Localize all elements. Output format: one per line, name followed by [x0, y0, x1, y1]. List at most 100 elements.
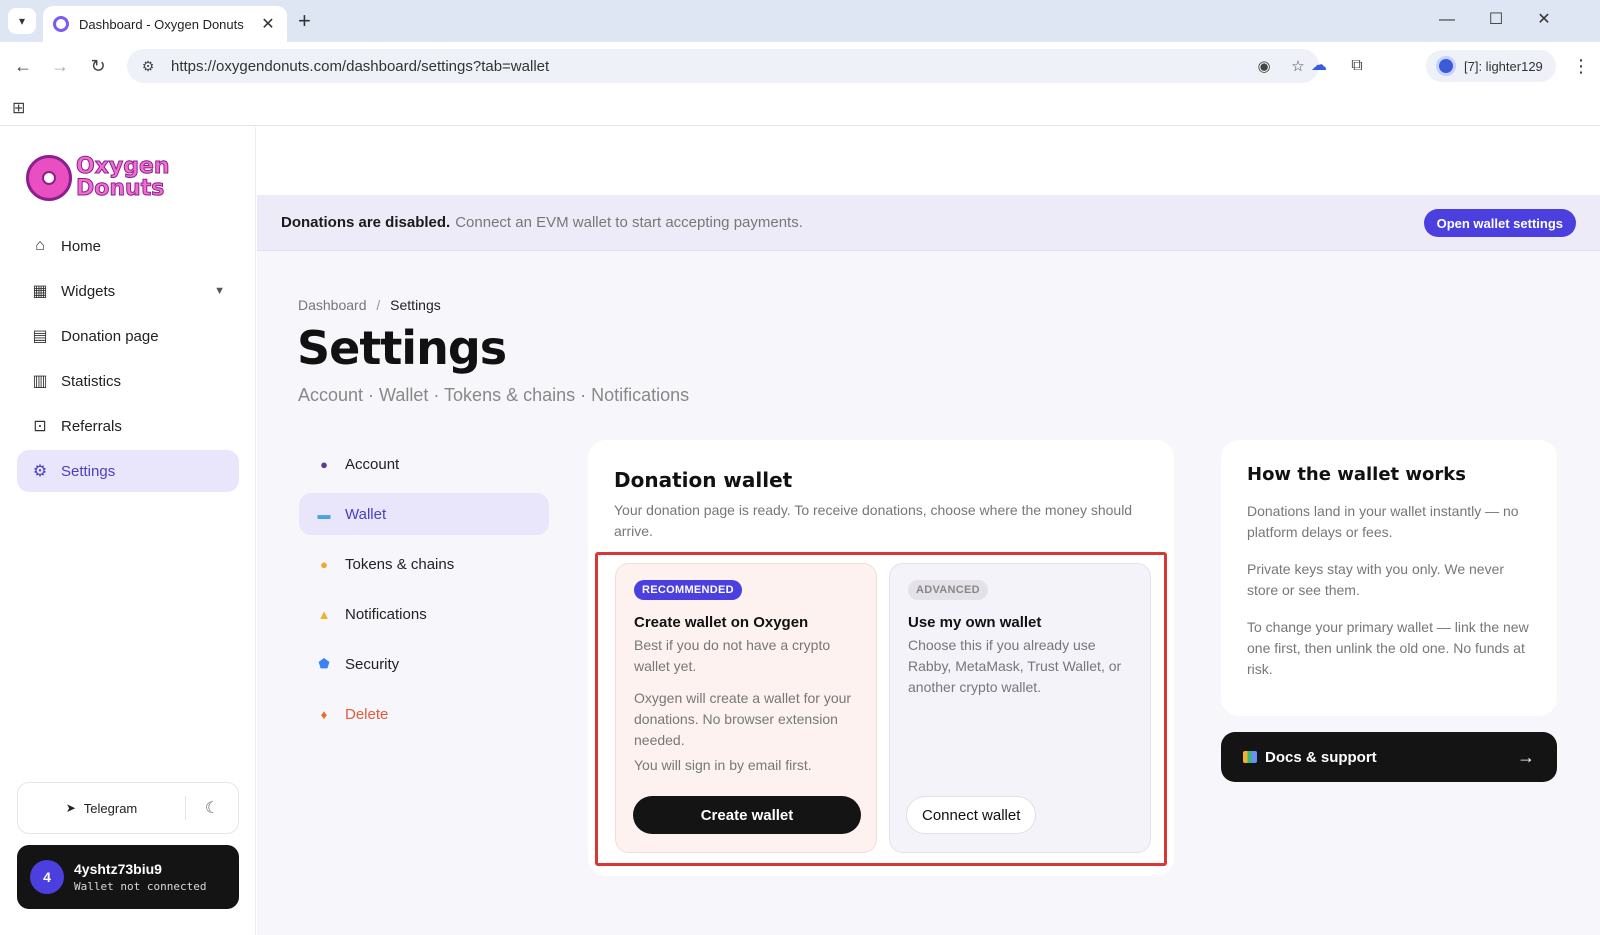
how-paragraph-1: Donations land in your wallet instantly … — [1247, 503, 1519, 540]
sidebar-item-label: Home — [61, 237, 102, 255]
sidebar-item-settings[interactable]: ⚙ Settings — [17, 450, 239, 492]
sidebar-nav: ⌂ Home ▦ Widgets ▼ ▤ Donation page ▥ Sta… — [17, 225, 239, 495]
sidebar-item-label: Settings — [61, 462, 116, 480]
moon-icon[interactable]: ☾ — [186, 798, 238, 818]
create-wallet-button[interactable]: Create wallet — [633, 796, 861, 834]
sidebar: Oxygen Donuts ⌂ Home ▦ Widgets ▼ ▤ Donat… — [0, 127, 256, 935]
donation-wallet-card: Donation wallet Your donation page is re… — [588, 440, 1174, 876]
tab-delete[interactable]: ♦ Delete — [299, 693, 549, 735]
arrow-right-icon: → — [1517, 746, 1535, 767]
caret-down-icon[interactable]: ▼ — [214, 285, 225, 297]
banner-strong-text: Donations are disabled. — [281, 214, 451, 231]
address-bar[interactable]: ⚙ https://oxygendonuts.com/dashboard/set… — [127, 49, 1319, 83]
wallet-card-title: Donation wallet — [614, 468, 793, 492]
tab-security[interactable]: ⬟ Security — [299, 643, 549, 685]
docs-support-button[interactable]: Docs & support → — [1221, 732, 1557, 782]
subnav-label: Delete — [345, 705, 389, 723]
back-arrow-icon[interactable]: ← — [11, 54, 35, 78]
site-favicon-icon — [53, 16, 69, 32]
settings-subnav: ● Account ▬ Wallet ● Tokens & chains ▲ N… — [299, 443, 549, 743]
donut-logo-icon — [26, 155, 72, 201]
user-account-card[interactable]: 4 4yshtz73biu9 Wallet not connected — [17, 845, 239, 909]
person-icon: ● — [320, 456, 328, 472]
books-icon — [1243, 751, 1257, 763]
breadcrumb-separator: / — [376, 297, 381, 313]
maximize-window-icon[interactable]: ☐ — [1481, 8, 1511, 32]
tab-wallet[interactable]: ▬ Wallet — [299, 493, 549, 535]
create-wallet-option[interactable]: RECOMMENDED Create wallet on Oxygen Best… — [615, 563, 877, 853]
banner-text: Connect an EVM wallet to start accepting… — [455, 214, 803, 231]
subnav-label: Notifications — [345, 605, 427, 623]
browser-menu-icon[interactable]: ⋮ — [1572, 54, 1590, 78]
connect-wallet-button[interactable]: Connect wallet — [906, 796, 1037, 834]
how-card-title: How the wallet works — [1247, 464, 1466, 485]
breadcrumb-current: Settings — [390, 297, 441, 313]
avatar: 4 — [30, 860, 64, 894]
page-title: Settings — [297, 321, 507, 375]
sidebar-item-referrals[interactable]: ⊡ Referrals — [17, 405, 239, 447]
page-subtitle: Account · Wallet · Tokens & chains · Not… — [298, 385, 690, 405]
gear-icon: ⚙ — [32, 463, 48, 480]
tab-search-chevron-icon[interactable]: ▾ — [8, 8, 36, 34]
wallet-status: Wallet not connected — [74, 880, 207, 893]
wallet-options-highlight: RECOMMENDED Create wallet on Oxygen Best… — [595, 552, 1167, 866]
sidebar-item-widgets[interactable]: ▦ Widgets ▼ — [17, 270, 239, 312]
browser-tab[interactable]: Dashboard - Oxygen Donuts ✕ — [43, 6, 287, 42]
coin-icon: ● — [320, 556, 328, 572]
url-text[interactable]: https://oxygendonuts.com/dashboard/setti… — [171, 58, 1251, 75]
reload-icon[interactable]: ↻ — [86, 54, 110, 78]
tab-account[interactable]: ● Account — [299, 443, 549, 485]
forward-arrow-icon[interactable]: → — [48, 54, 72, 78]
telegram-theme-bar: ➤ Telegram ☾ — [17, 782, 239, 834]
credit-card-icon: ▬ — [317, 506, 331, 522]
sidebar-item-label: Referrals — [61, 417, 122, 435]
logo-line-1: Oxygen — [76, 154, 171, 179]
brand-logo[interactable]: Oxygen Donuts — [26, 155, 170, 201]
extensions-puzzle-icon[interactable]: ⧉ — [1345, 54, 1369, 78]
tab-tokens-chains[interactable]: ● Tokens & chains — [299, 543, 549, 585]
tab-notifications[interactable]: ▲ Notifications — [299, 593, 549, 635]
how-paragraph-3: To change your primary wallet — link the… — [1247, 619, 1529, 677]
gift-icon: ⊡ — [33, 418, 47, 435]
extension-cloud-icon[interactable]: ☁ — [1307, 54, 1331, 78]
main-header — [257, 127, 1600, 195]
open-wallet-settings-button[interactable]: Open wallet settings — [1423, 209, 1576, 237]
site-settings-icon[interactable]: ⚙ — [137, 58, 159, 75]
new-tab-plus-icon[interactable]: + — [298, 9, 311, 33]
profile-chip[interactable]: [7]: lighter129 — [1426, 50, 1556, 82]
breadcrumb-dashboard-link[interactable]: Dashboard — [298, 297, 367, 313]
subnav-label: Security — [345, 655, 400, 673]
sidebar-item-label: Widgets — [61, 282, 116, 300]
sidebar-item-statistics[interactable]: ▥ Statistics — [17, 360, 239, 402]
browser-toolbar: ← → ↻ ⚙ https://oxygendonuts.com/dashboa… — [0, 42, 1600, 90]
eye-off-icon[interactable]: ◉ — [1251, 57, 1277, 75]
user-name: 4yshtz73biu9 — [74, 861, 162, 877]
bar-chart-icon: ▥ — [32, 373, 48, 390]
apps-grid-icon[interactable]: ⊞ — [12, 98, 25, 118]
paper-plane-icon: ➤ — [65, 801, 76, 815]
sidebar-item-home[interactable]: ⌂ Home — [17, 225, 239, 267]
docs-label: Docs & support — [1265, 748, 1377, 766]
sidebar-item-donation-page[interactable]: ▤ Donation page — [17, 315, 239, 357]
own-wallet-option[interactable]: ADVANCED Use my own wallet Choose this i… — [889, 563, 1151, 853]
close-tab-icon[interactable]: ✕ — [259, 14, 277, 34]
how-wallet-works-card: How the wallet works Donations land in y… — [1221, 440, 1557, 716]
option-note: Oxygen will create a wallet for your don… — [634, 690, 852, 748]
close-window-icon[interactable]: ✕ — [1529, 8, 1559, 32]
logo-line-2: Donuts — [76, 176, 165, 201]
telegram-label: Telegram — [83, 800, 138, 816]
option-text: Choose this if you already use Rabby, Me… — [908, 637, 1122, 695]
minimize-window-icon[interactable]: — — [1432, 8, 1462, 32]
donations-disabled-banner: Donations are disabled. Connect an EVM w… — [257, 195, 1600, 251]
how-paragraph-2: Private keys stay with you only. We neve… — [1247, 561, 1505, 598]
bookmarks-bar: ⊞ — [0, 90, 1600, 126]
fire-icon: ♦ — [320, 706, 328, 722]
breadcrumb: Dashboard / Settings — [298, 297, 441, 313]
browser-tab-bar: ▾ Dashboard - Oxygen Donuts ✕ + — ☐ ✕ — [0, 0, 1600, 42]
telegram-link[interactable]: ➤ Telegram — [18, 796, 186, 820]
option-title: Use my own wallet — [908, 614, 1042, 631]
advanced-badge: ADVANCED — [908, 580, 988, 600]
option-title: Create wallet on Oxygen — [634, 614, 809, 631]
main-content: Donations are disabled. Connect an EVM w… — [257, 127, 1600, 935]
sidebar-item-label: Donation page — [61, 327, 159, 345]
